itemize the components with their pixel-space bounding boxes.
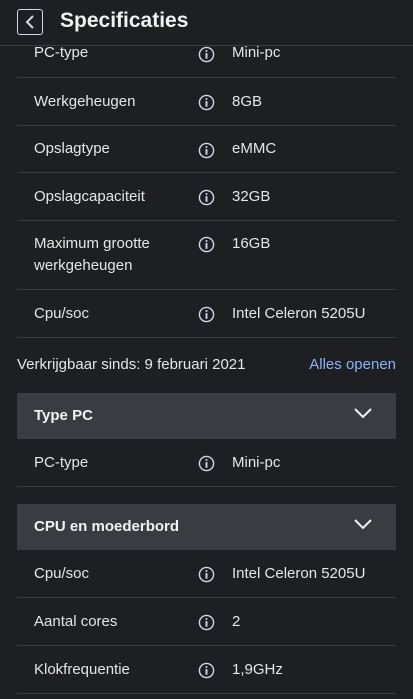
info-icon[interactable] (198, 614, 215, 631)
section-title: CPU en moederbord (34, 518, 180, 535)
availability-text: Verkrijgbaar sinds: 9 februari 2021 (17, 356, 246, 373)
section-header-cpu-moederbord[interactable]: CPU en moederbord (17, 504, 396, 550)
spec-row-aantal-cores: Aantal cores 2 (17, 598, 396, 646)
info-icon[interactable] (198, 142, 215, 159)
spec-value: Intel Celeron 5205U (232, 305, 366, 322)
spec-row-werkgeheugen: Werkgeheugen 8GB (17, 78, 396, 126)
spec-label: Klokfrequentie (34, 661, 130, 678)
info-icon[interactable] (198, 189, 215, 206)
spec-value: 16GB (232, 235, 271, 252)
back-button[interactable] (17, 9, 43, 35)
header-bar: Specificaties (0, 0, 413, 46)
spec-label: Maximum grootte (34, 235, 150, 252)
spec-label: Cpu/soc (34, 565, 90, 582)
spec-value: Intel Celeron 5205U (232, 565, 366, 582)
open-all-link[interactable]: Alles openen (309, 356, 396, 373)
info-icon[interactable] (198, 662, 215, 679)
spec-label: Werkgeheugen (34, 93, 136, 110)
spec-row-opslagcapaciteit: Opslagcapaciteit 32GB (17, 173, 396, 221)
spec-row-klokfrequentie: Klokfrequentie 1,9GHz (17, 646, 396, 694)
spec-row-cpu-soc: Cpu/soc Intel Celeron 5205U (17, 290, 396, 338)
info-icon[interactable] (198, 306, 215, 323)
spec-row-pc-type: PC-type Mini-pc (17, 439, 396, 487)
spec-value: 32GB (232, 188, 271, 205)
info-icon[interactable] (198, 236, 215, 253)
spec-value: eMMC (232, 140, 277, 157)
chevron-left-icon (25, 15, 34, 29)
spec-label: Aantal cores (34, 613, 118, 630)
spec-value: 1,9GHz (232, 661, 283, 678)
spec-label: Cpu/soc (34, 305, 90, 322)
spec-label-line2: werkgeheugen (34, 257, 133, 274)
info-icon[interactable] (198, 455, 215, 472)
info-icon[interactable] (198, 94, 215, 111)
spec-value: 2 (232, 613, 241, 630)
spec-value: 8GB (232, 93, 263, 110)
chevron-down-icon (354, 519, 372, 530)
chevron-down-icon (354, 408, 372, 419)
info-icon[interactable] (198, 566, 215, 583)
info-icon[interactable] (198, 46, 215, 63)
spec-row-max-werkgeheugen: Maximum grootte werkgeheugen 16GB (17, 221, 396, 290)
page-title: Specificaties (60, 9, 189, 32)
spec-row-opslagtype: Opslagtype eMMC (17, 126, 396, 173)
spec-label: Opslagtype (34, 140, 110, 157)
section-title: Type PC (34, 407, 93, 424)
spec-label: PC-type (34, 454, 89, 471)
spec-label: Opslagcapaciteit (34, 188, 145, 205)
section-header-type-pc[interactable]: Type PC (17, 393, 396, 439)
spec-row-cpu-soc: Cpu/soc Intel Celeron 5205U (17, 550, 396, 598)
spec-value: Mini-pc (232, 454, 281, 471)
